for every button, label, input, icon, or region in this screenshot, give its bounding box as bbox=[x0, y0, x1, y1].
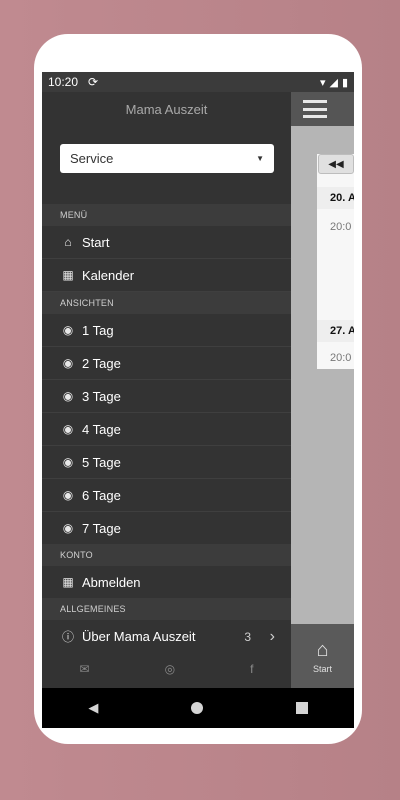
view-item-label: 2 Tage bbox=[82, 355, 121, 371]
back-icon[interactable]: ◀ bbox=[88, 700, 98, 716]
eye-icon: ◉ bbox=[62, 323, 74, 337]
home-icon: ⌂ bbox=[316, 638, 329, 661]
section-menu: MENÜ bbox=[42, 204, 291, 226]
wifi-icon: ▾ bbox=[319, 76, 326, 89]
status-bar: 10:20 ⟳ ▾ ◢ ▮ bbox=[42, 72, 354, 92]
chevron-right-icon: › bbox=[269, 627, 275, 645]
hamburger-menu-icon[interactable] bbox=[303, 100, 327, 118]
eye-icon: ◉ bbox=[62, 455, 74, 469]
section-views: ANSICHTEN bbox=[42, 292, 291, 314]
view-item-4-tage[interactable]: ◉ 4 Tage bbox=[42, 413, 291, 446]
social-links: ✉ ◎ f bbox=[42, 650, 291, 688]
menu-item-kalender[interactable]: ▦ Kalender bbox=[42, 259, 291, 292]
section-account: KONTO bbox=[42, 544, 291, 566]
signal-icon: ◢ bbox=[329, 76, 338, 89]
facebook-icon[interactable]: f bbox=[250, 662, 253, 676]
view-item-5-tage[interactable]: ◉ 5 Tage bbox=[42, 446, 291, 479]
view-item-7-tage[interactable]: ◉ 7 Tage bbox=[42, 512, 291, 545]
info-icon: ⓘ bbox=[61, 630, 74, 644]
view-item-label: 1 Tag bbox=[82, 322, 114, 338]
view-item-label: 3 Tage bbox=[82, 388, 121, 404]
bottom-tab-start[interactable]: ⌂ Start bbox=[291, 624, 354, 688]
menu-item-label: Start bbox=[82, 234, 110, 250]
view-item-2-tage[interactable]: ◉ 2 Tage bbox=[42, 347, 291, 380]
view-item-label: 6 Tage bbox=[82, 487, 121, 503]
general-item-count: 3 bbox=[244, 629, 251, 644]
time-cell[interactable]: 20:0 bbox=[317, 348, 354, 368]
battery-icon: ▮ bbox=[341, 76, 348, 89]
top-bar bbox=[291, 92, 354, 126]
eye-icon: ◉ bbox=[62, 488, 74, 502]
section-general: ALLGEMEINES bbox=[42, 598, 291, 620]
recents-icon[interactable] bbox=[295, 702, 308, 714]
service-select-value: Service bbox=[70, 151, 114, 166]
view-item-1-tag[interactable]: ◉ 1 Tag bbox=[42, 314, 291, 347]
main-content: ◀◀ 20. A 20:0 27. A 20:0 ⌂ Start bbox=[291, 92, 354, 688]
app-screen: 10:20 ⟳ ▾ ◢ ▮ Mama Auszeit Service ▼ MEN… bbox=[42, 72, 354, 728]
home-button-icon[interactable] bbox=[190, 702, 203, 714]
view-item-3-tage[interactable]: ◉ 3 Tage bbox=[42, 380, 291, 413]
mail-icon[interactable]: ✉ bbox=[80, 662, 90, 676]
chevron-down-icon: ▼ bbox=[256, 154, 264, 163]
eye-icon: ◉ bbox=[62, 389, 74, 403]
calendar-icon: ▦ bbox=[62, 268, 74, 282]
day-header: 20. A bbox=[317, 187, 354, 209]
android-nav-bar: ◀ bbox=[42, 688, 354, 728]
time-cell[interactable]: 20:0 bbox=[317, 217, 354, 237]
previous-button[interactable]: ◀◀ bbox=[318, 154, 354, 174]
service-select[interactable]: Service ▼ bbox=[60, 144, 274, 173]
status-time: 10:20 bbox=[48, 75, 79, 89]
calendar-icon: ▦ bbox=[62, 575, 74, 589]
eye-icon: ◉ bbox=[62, 356, 74, 370]
drawer-title: Mama Auszeit bbox=[125, 101, 208, 117]
navigation-drawer: Mama Auszeit Service ▼ MENÜ ⌂ Start ▦ Ka… bbox=[42, 92, 291, 688]
view-item-label: 4 Tage bbox=[82, 421, 121, 437]
menu-item-label: Kalender bbox=[82, 267, 135, 283]
view-item-6-tage[interactable]: ◉ 6 Tage bbox=[42, 479, 291, 512]
eye-icon: ◉ bbox=[62, 422, 74, 436]
account-item-abmelden[interactable]: ▦ Abmelden bbox=[42, 566, 291, 599]
general-item-label: Über Mama Auszeit bbox=[82, 629, 196, 644]
account-item-label: Abmelden bbox=[82, 574, 141, 590]
home-icon: ⌂ bbox=[64, 235, 72, 249]
bottom-tab-label: Start bbox=[312, 663, 332, 674]
eye-icon: ◉ bbox=[62, 521, 74, 535]
view-item-label: 7 Tage bbox=[82, 520, 121, 536]
view-item-label: 5 Tage bbox=[82, 454, 121, 470]
sync-icon: ⟳ bbox=[88, 75, 99, 89]
instagram-icon[interactable]: ◎ bbox=[165, 662, 175, 676]
general-item-about[interactable]: ⓘ Über Mama Auszeit 3 › bbox=[42, 620, 291, 653]
day-header: 27. A bbox=[317, 320, 354, 342]
status-icons: ▾ ◢ ▮ bbox=[320, 76, 348, 89]
menu-item-start[interactable]: ⌂ Start bbox=[42, 226, 291, 259]
